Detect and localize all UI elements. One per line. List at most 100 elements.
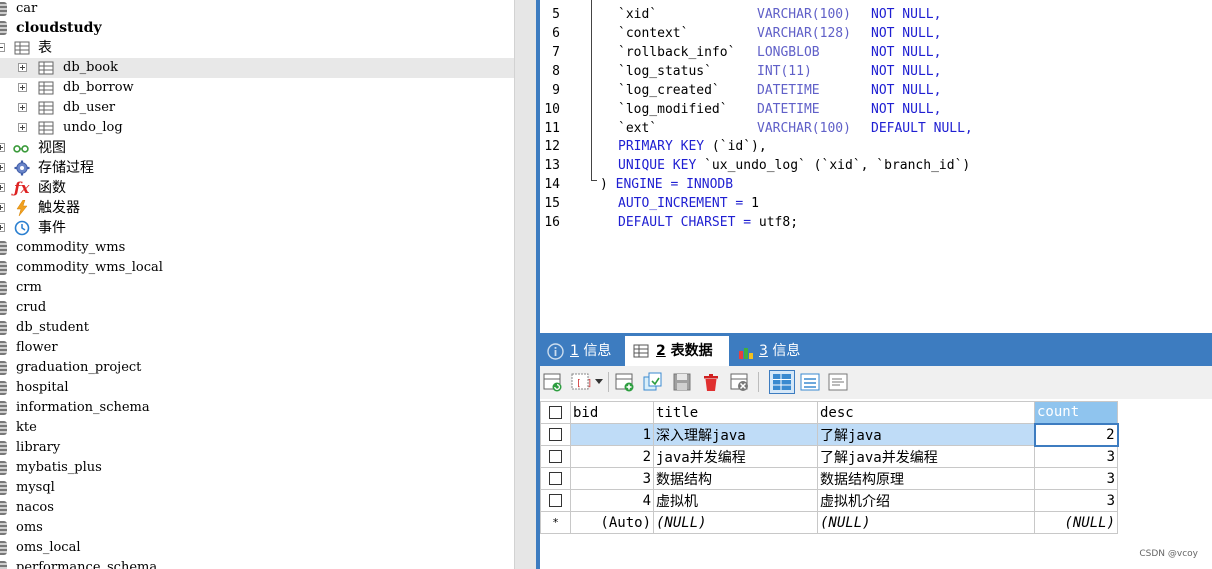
cell-bid[interactable]: 1 bbox=[570, 423, 654, 446]
cell-bid[interactable]: (Auto) bbox=[570, 511, 654, 534]
object-browser-tree[interactable]: car cloudstudy 表 db_book db_borrow db_us… bbox=[0, 0, 514, 569]
cell-count[interactable]: (NULL) bbox=[1034, 511, 1118, 534]
tree-db-crud[interactable]: crud bbox=[0, 298, 514, 318]
tree-db-mysql[interactable]: mysql bbox=[0, 478, 514, 498]
tree-db-oms_local[interactable]: oms_local bbox=[0, 538, 514, 558]
table-row[interactable]: 2 java并发编程 了解java并发编程 3 bbox=[540, 445, 1118, 468]
cell-title[interactable]: 数据结构 bbox=[653, 467, 818, 490]
expand-icon[interactable] bbox=[18, 63, 27, 72]
collapse-icon[interactable] bbox=[0, 43, 5, 52]
tree-db-crm[interactable]: crm bbox=[0, 278, 514, 298]
line-number: 9 bbox=[552, 83, 560, 98]
tab-table-data[interactable]: 2 表数据 bbox=[625, 336, 729, 366]
tree-table-undo_log[interactable]: undo_log bbox=[0, 118, 514, 138]
cell-title[interactable]: java并发编程 bbox=[653, 445, 818, 468]
tree-group-tables[interactable]: 表 bbox=[0, 38, 514, 58]
tree-db-commodity_wms[interactable]: commodity_wms bbox=[0, 238, 514, 258]
cell-desc[interactable]: 数据结构原理 bbox=[817, 467, 1035, 490]
result-grid[interactable]: bid title desc count 1 深入理解java 了解java 2… bbox=[540, 399, 1212, 569]
column-header-desc[interactable]: desc bbox=[817, 401, 1035, 424]
line-number: 7 bbox=[552, 45, 560, 60]
duplicate-row-icon[interactable] bbox=[642, 371, 664, 393]
cell-count[interactable]: 3 bbox=[1034, 445, 1118, 468]
tree-db-oms[interactable]: oms bbox=[0, 518, 514, 538]
cell-bid[interactable]: 2 bbox=[570, 445, 654, 468]
row-checkbox[interactable] bbox=[540, 489, 571, 512]
code-line-14: ) ENGINE = INNODB bbox=[600, 177, 734, 192]
cell-bid[interactable]: 3 bbox=[570, 467, 654, 490]
row-checkbox[interactable] bbox=[540, 445, 571, 468]
tree-db-graduation_project[interactable]: graduation_project bbox=[0, 358, 514, 378]
form-view-icon[interactable] bbox=[799, 371, 821, 393]
tree-table-db_user[interactable]: db_user bbox=[0, 98, 514, 118]
cell-desc[interactable]: 了解java bbox=[817, 423, 1035, 446]
tree-db-nacos[interactable]: nacos bbox=[0, 498, 514, 518]
tree-db-hospital[interactable]: hospital bbox=[0, 378, 514, 398]
table-row[interactable]: 4 虚拟机 虚拟机介绍 3 bbox=[540, 489, 1118, 512]
expand-icon[interactable] bbox=[18, 123, 27, 132]
tree-db-mybatis_plus[interactable]: mybatis_plus bbox=[0, 458, 514, 478]
grid-view-icon[interactable] bbox=[769, 370, 795, 394]
tree-db-db_student[interactable]: db_student bbox=[0, 318, 514, 338]
column-header-title[interactable]: title bbox=[653, 401, 818, 424]
table-row[interactable]: 1 深入理解java 了解java 2 bbox=[540, 422, 1119, 447]
tree-db-information_schema[interactable]: information_schema bbox=[0, 398, 514, 418]
expand-icon[interactable] bbox=[18, 103, 27, 112]
database-icon bbox=[0, 441, 7, 455]
tree-group-functions[interactable]: ƒx 函数 bbox=[0, 178, 514, 198]
tree-db-kte[interactable]: kte bbox=[0, 418, 514, 438]
function-fx-icon: ƒx bbox=[14, 179, 30, 197]
text-view-icon[interactable] bbox=[827, 371, 849, 393]
refresh-grid-icon[interactable] bbox=[542, 371, 564, 393]
tree-db-commodity_wms_local[interactable]: commodity_wms_local bbox=[0, 258, 514, 278]
expand-icon[interactable] bbox=[0, 203, 5, 212]
cell-count[interactable]: 2 bbox=[1033, 422, 1119, 447]
expand-icon[interactable] bbox=[0, 143, 5, 152]
tree-group-events[interactable]: 事件 bbox=[0, 218, 514, 238]
discard-changes-icon[interactable] bbox=[729, 371, 751, 393]
new-row[interactable]: * (Auto) (NULL) (NULL) (NULL) bbox=[540, 511, 1118, 534]
cell-desc[interactable]: 了解java并发编程 bbox=[817, 445, 1035, 468]
tree-db-flower[interactable]: flower bbox=[0, 338, 514, 358]
tab-info-1[interactable]: 1 信息 1 信息 bbox=[545, 336, 611, 366]
database-icon bbox=[0, 501, 7, 515]
event-clock-icon bbox=[14, 220, 30, 236]
tree-group-triggers[interactable]: 触发器 bbox=[0, 198, 514, 218]
line-number: 8 bbox=[552, 64, 560, 79]
tree-db-library[interactable]: library bbox=[0, 438, 514, 458]
tree-table-db_borrow[interactable]: db_borrow bbox=[0, 78, 514, 98]
tree-db-car[interactable]: car bbox=[0, 0, 514, 19]
tree-table-db_book[interactable]: db_book bbox=[0, 58, 514, 78]
cell-title[interactable]: (NULL) bbox=[653, 511, 818, 534]
expand-icon[interactable] bbox=[0, 163, 5, 172]
tree-group-views[interactable]: 视图 bbox=[0, 138, 514, 158]
cell-title[interactable]: 深入理解java bbox=[653, 423, 818, 446]
cell-title[interactable]: 虚拟机 bbox=[653, 489, 818, 512]
database-icon bbox=[0, 341, 7, 355]
column-header-count[interactable]: count bbox=[1034, 401, 1118, 424]
select-all-checkbox[interactable] bbox=[540, 401, 571, 424]
filter-columns-icon[interactable]: [ ] bbox=[570, 371, 592, 393]
save-icon[interactable] bbox=[671, 371, 693, 393]
cell-count[interactable]: 3 bbox=[1034, 467, 1118, 490]
tree-db-performance_schema[interactable]: performance_schema bbox=[0, 558, 514, 569]
table-row[interactable]: 3 数据结构 数据结构原理 3 bbox=[540, 467, 1118, 490]
expand-icon[interactable] bbox=[0, 183, 5, 192]
add-row-icon[interactable] bbox=[614, 371, 636, 393]
row-checkbox[interactable] bbox=[540, 467, 571, 490]
panel-splitter[interactable] bbox=[514, 0, 537, 569]
expand-icon[interactable] bbox=[0, 223, 5, 232]
tree-group-procedures[interactable]: 存储过程 bbox=[0, 158, 514, 178]
cell-count[interactable]: 3 bbox=[1034, 489, 1118, 512]
row-checkbox[interactable] bbox=[540, 423, 571, 446]
database-icon bbox=[0, 2, 7, 16]
sql-editor[interactable]: 5 6 7 8 9 10 11 12 13 14 15 16 `xid` VARC… bbox=[540, 0, 1212, 333]
chevron-down-icon[interactable] bbox=[595, 379, 603, 385]
cell-desc[interactable]: (NULL) bbox=[817, 511, 1035, 534]
column-header-bid[interactable]: bid bbox=[570, 401, 654, 424]
cell-bid[interactable]: 4 bbox=[570, 489, 654, 512]
cell-desc[interactable]: 虚拟机介绍 bbox=[817, 489, 1035, 512]
tree-db-cloudstudy[interactable]: cloudstudy bbox=[0, 18, 514, 38]
expand-icon[interactable] bbox=[18, 83, 27, 92]
delete-row-icon[interactable] bbox=[700, 371, 722, 393]
